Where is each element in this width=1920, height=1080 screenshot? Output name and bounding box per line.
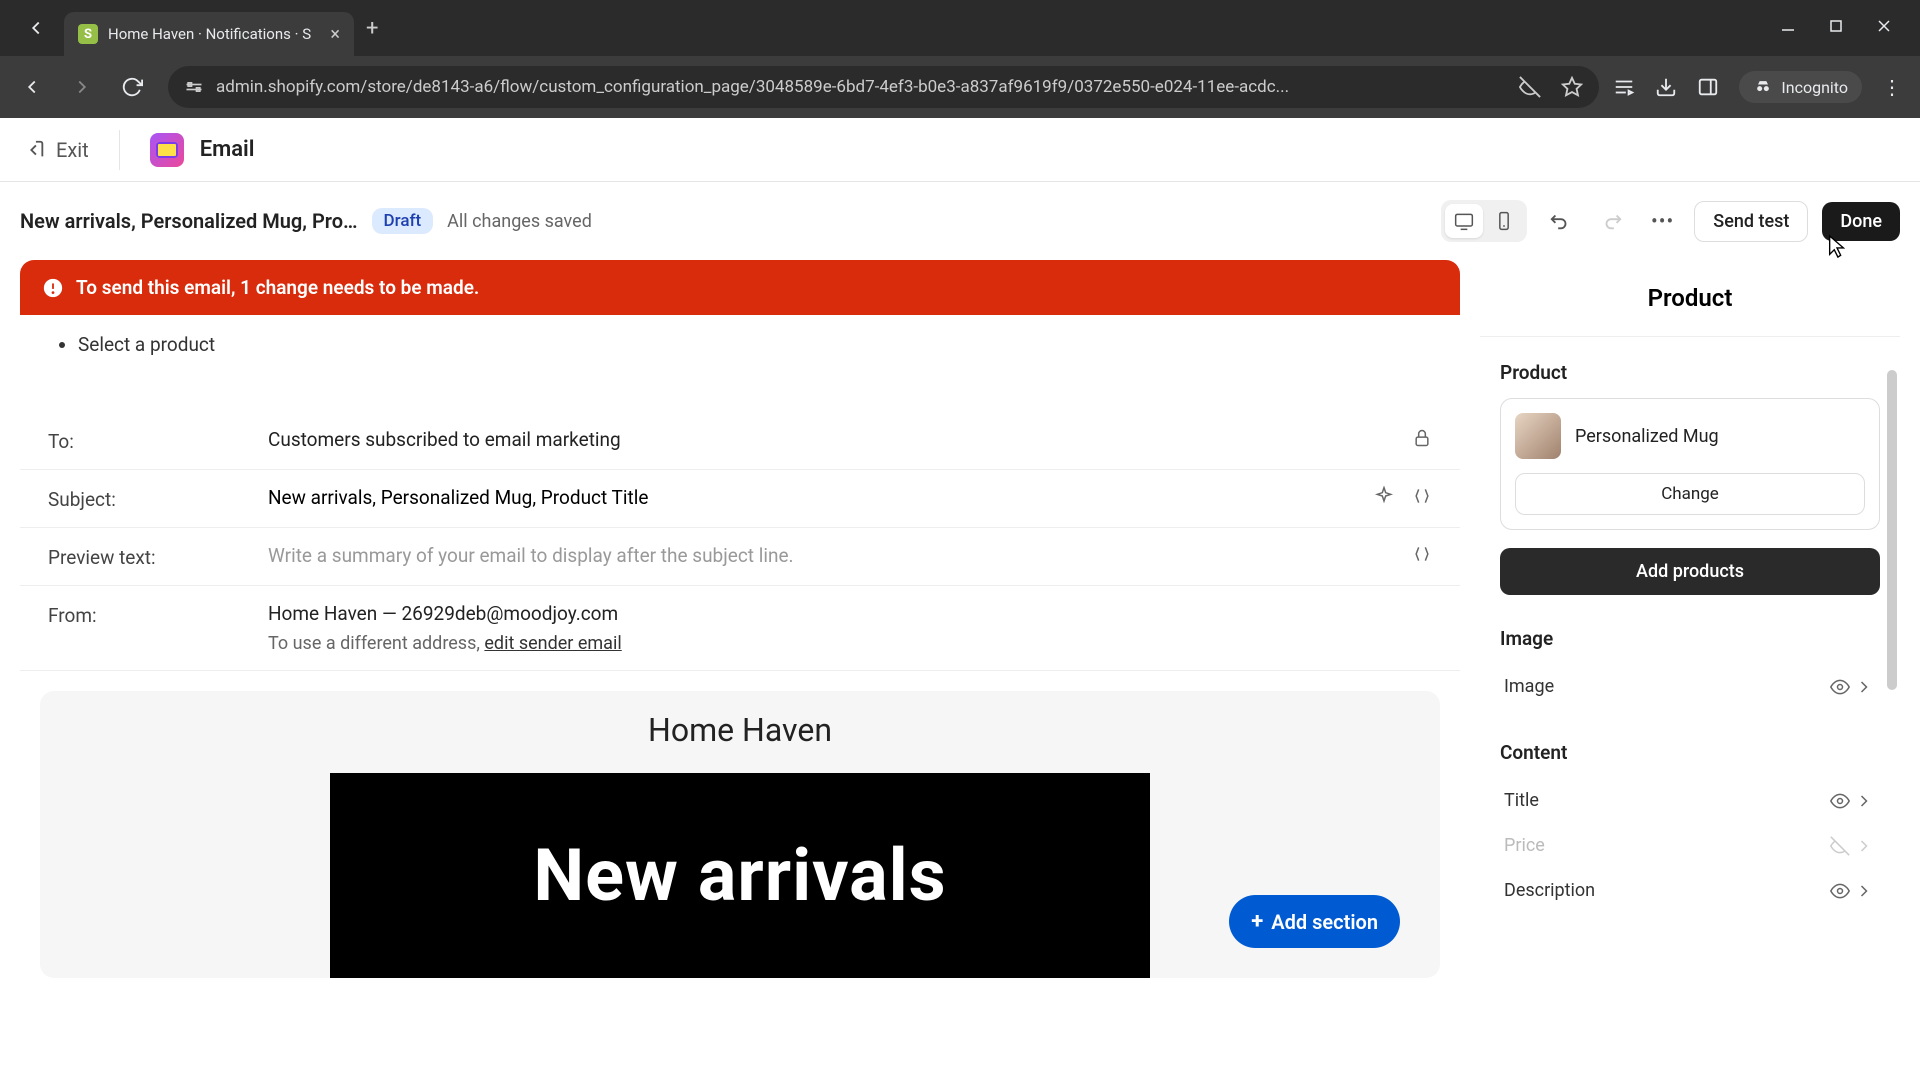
sparkle-icon[interactable] <box>1374 486 1394 510</box>
forward-button[interactable] <box>60 65 104 109</box>
change-product-button[interactable]: Change <box>1515 473 1865 515</box>
to-label: To: <box>48 428 268 453</box>
merge-tag-icon[interactable] <box>1412 486 1432 510</box>
preview-field-row: Preview text: <box>20 528 1460 586</box>
add-section-button[interactable]: + Add section <box>1229 895 1400 948</box>
product-name: Personalized Mug <box>1575 426 1719 447</box>
from-field-row: From: Home Haven — 26929deb@moodjoy.com … <box>20 586 1460 671</box>
visibility-off-icon[interactable] <box>1828 836 1852 856</box>
validation-alert: To send this email, 1 change needs to be… <box>20 260 1460 315</box>
preview-label: Preview text: <box>48 544 268 569</box>
media-controls-icon[interactable] <box>1613 76 1635 98</box>
sidebar-title: Product <box>1480 260 1900 337</box>
eye-off-icon[interactable] <box>1519 76 1541 98</box>
add-products-button[interactable]: Add products <box>1500 548 1880 595</box>
app-name-label: Email <box>200 137 255 162</box>
exit-button[interactable]: Exit <box>24 138 89 162</box>
downloads-icon[interactable] <box>1655 76 1677 98</box>
divider <box>119 130 120 170</box>
merge-tag-icon[interactable] <box>1412 544 1432 568</box>
plus-icon: + <box>1251 909 1263 934</box>
chevron-right-icon <box>1852 791 1876 811</box>
edit-sender-link[interactable]: edit sender email <box>484 633 621 654</box>
alert-icon <box>42 277 64 299</box>
email-fields-card: To: Customers subscribed to email market… <box>20 394 1460 996</box>
hero-headline: New arrivals <box>370 833 1110 918</box>
close-window-button[interactable] <box>1876 18 1892 38</box>
exit-icon <box>24 139 46 161</box>
document-title: New arrivals, Personalized Mug, Pro… <box>20 209 358 233</box>
device-toggle <box>1441 200 1527 242</box>
send-test-button[interactable]: Send test <box>1694 201 1808 242</box>
settings-sidebar: Product Product Personalized Mug Change … <box>1480 260 1900 1080</box>
undo-button[interactable] <box>1541 202 1579 240</box>
visibility-icon[interactable] <box>1828 881 1852 901</box>
sidepanel-icon[interactable] <box>1697 76 1719 98</box>
tab-title: Home Haven · Notifications · S <box>108 25 320 43</box>
shopify-favicon: S <box>78 24 98 44</box>
back-button[interactable] <box>10 65 54 109</box>
to-value: Customers subscribed to email marketing <box>268 428 1412 451</box>
browser-tab[interactable]: S Home Haven · Notifications · S × <box>64 12 354 56</box>
save-status: All changes saved <box>447 211 592 232</box>
editor-toolbar: New arrivals, Personalized Mug, Pro… Dra… <box>0 182 1920 260</box>
browser-chrome: S Home Haven · Notifications · S × + adm… <box>0 0 1920 118</box>
hero-section[interactable]: New arrivals <box>330 773 1150 978</box>
address-bar[interactable]: admin.shopify.com/store/de8143-a6/flow/c… <box>168 66 1599 108</box>
product-picker-card: Personalized Mug Change <box>1500 398 1880 530</box>
app-header: Exit Email <box>0 118 1920 182</box>
redo-button[interactable] <box>1593 202 1631 240</box>
draft-badge: Draft <box>372 208 434 234</box>
from-note: To use a different address, edit sender … <box>268 633 1432 654</box>
incognito-badge[interactable]: Incognito <box>1739 71 1862 103</box>
email-preview: Home Haven New arrivals + Add section <box>40 691 1440 978</box>
image-section-label: Image <box>1500 627 1880 650</box>
chevron-right-icon <box>1852 881 1876 901</box>
preview-store-name: Home Haven <box>40 711 1440 749</box>
product-thumbnail <box>1515 413 1561 459</box>
lock-icon <box>1412 428 1432 452</box>
close-tab-icon[interactable]: × <box>330 24 340 45</box>
chevron-right-icon <box>1852 836 1876 856</box>
reload-button[interactable] <box>110 65 154 109</box>
subject-label: Subject: <box>48 486 268 511</box>
incognito-icon <box>1753 77 1773 97</box>
preview-text-input[interactable] <box>268 544 1412 567</box>
canvas-area: To send this email, 1 change needs to be… <box>0 260 1480 1080</box>
desktop-view-button[interactable] <box>1445 204 1483 238</box>
validation-details: Select a product <box>20 315 1460 374</box>
bookmark-star-icon[interactable] <box>1561 76 1583 98</box>
mobile-view-button[interactable] <box>1485 204 1523 238</box>
visibility-icon[interactable] <box>1828 677 1852 697</box>
minimize-button[interactable] <box>1780 18 1796 38</box>
product-section-label: Product <box>1500 361 1880 384</box>
url-text: admin.shopify.com/store/de8143-a6/flow/c… <box>216 77 1507 97</box>
chevron-right-icon <box>1852 677 1876 697</box>
maximize-button[interactable] <box>1828 18 1844 38</box>
new-tab-button[interactable]: + <box>366 16 378 41</box>
sidebar-scrollbar[interactable] <box>1887 370 1897 690</box>
subject-field-row: Subject: <box>20 470 1460 528</box>
site-settings-icon[interactable] <box>184 77 204 97</box>
done-button[interactable]: Done <box>1822 202 1900 241</box>
image-setting-row[interactable]: Image <box>1500 664 1880 709</box>
visibility-icon[interactable] <box>1828 791 1852 811</box>
content-section-label: Content <box>1500 741 1880 764</box>
browser-menu-icon[interactable]: ⋮ <box>1882 75 1902 99</box>
description-setting-row[interactable]: Description <box>1500 868 1880 913</box>
from-value: Home Haven — 26929deb@moodjoy.com <box>268 602 1432 625</box>
email-app-icon <box>150 133 184 167</box>
subject-input[interactable] <box>268 486 1374 509</box>
from-label: From: <box>48 602 268 627</box>
to-field-row: To: Customers subscribed to email market… <box>20 412 1460 470</box>
validation-item: Select a product <box>78 333 1410 356</box>
title-setting-row[interactable]: Title <box>1500 778 1880 823</box>
price-setting-row[interactable]: Price <box>1500 823 1880 868</box>
tab-history-button[interactable] <box>14 6 58 50</box>
more-actions-button[interactable]: ••• <box>1645 209 1680 233</box>
